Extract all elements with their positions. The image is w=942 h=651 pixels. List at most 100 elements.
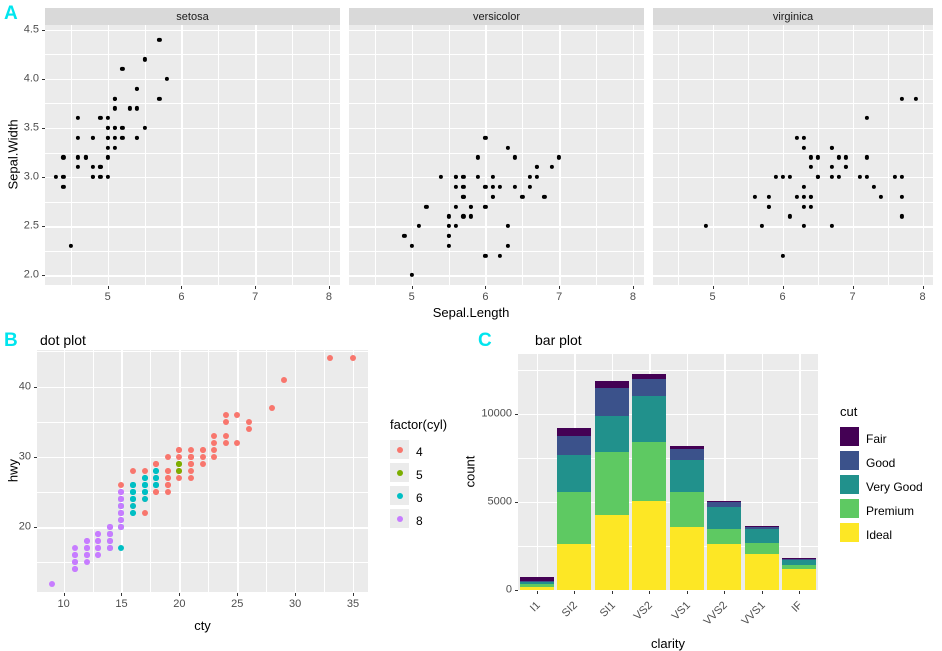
grid-line-horizontal-minor: [45, 152, 340, 154]
bar-segment: [632, 395, 667, 442]
panel-b-y-tick-mark: [33, 527, 37, 529]
bar-segment: [782, 558, 817, 559]
grid-line-horizontal: [45, 128, 340, 130]
panel-a-y-tick-label: 4.5: [23, 23, 39, 36]
panel-a-x-tick-mark: [107, 286, 109, 289]
grid-line-vertical: [352, 350, 355, 592]
bar-segment: [707, 507, 742, 529]
panel-a-x-axis-title: Sepal.Length: [432, 305, 510, 320]
panel-b-x-tick-mark: [295, 593, 297, 596]
data-point: [187, 446, 194, 453]
data-point: [118, 496, 125, 503]
grid-line-vertical-minor: [677, 25, 679, 285]
panel-a-facet-strip: setosa: [45, 8, 340, 25]
bar-segment: [782, 568, 817, 590]
panel-b-legend-key[interactable]: [390, 486, 409, 505]
data-point: [153, 489, 160, 496]
bar-segment: [519, 587, 554, 590]
panel-a-x-tick-mark: [852, 286, 854, 289]
panel-a-x-tick-mark: [632, 286, 634, 289]
bar-segment: [669, 491, 704, 527]
panel-c-y-tick-label: 5000: [487, 495, 512, 508]
panel-b-x-tick-label: 20: [173, 598, 186, 610]
grid-line-horizontal-minor: [653, 54, 933, 56]
legend-swatch-dot: [396, 469, 403, 476]
grid-line-vertical: [237, 350, 239, 592]
panel-b-x-tick-label: 30: [288, 598, 302, 610]
panel-c-legend-key[interactable]: [840, 523, 859, 542]
panel-c-legend-key[interactable]: [840, 475, 859, 494]
data-point: [211, 439, 218, 446]
bar-segment: [519, 582, 554, 584]
panel-b-x-tick-mark: [63, 593, 65, 596]
panel-b-legend-label: 4: [416, 445, 423, 459]
grid-line-horizontal: [349, 275, 644, 277]
data-point: [95, 538, 102, 545]
panel-a-facet-strip-label: setosa: [176, 10, 209, 23]
grid-line-horizontal: [349, 128, 644, 130]
data-point: [176, 475, 183, 482]
panel-c-legend-key[interactable]: [840, 499, 859, 518]
panel-c-legend-key[interactable]: [840, 451, 859, 470]
panel-a-y-tick-label: 3.0: [23, 170, 39, 183]
panel-a-x-tick-mark: [411, 286, 413, 289]
grid-line-horizontal-minor: [45, 103, 340, 105]
data-point: [141, 496, 148, 503]
panel-c-legend-key[interactable]: [840, 427, 859, 446]
panel-c-x-tick-mark: [649, 591, 651, 594]
data-point: [118, 482, 125, 489]
panel-a-x-tick-label: 7: [252, 291, 259, 303]
panel-b-legend-key[interactable]: [390, 463, 409, 482]
bar-segment: [707, 500, 742, 502]
grid-line-horizontal-minor: [349, 103, 644, 105]
bar-segment: [707, 544, 742, 590]
data-point: [83, 559, 90, 566]
panel-b-legend-label: 6: [416, 491, 423, 505]
grid-line-horizontal: [37, 386, 368, 388]
data-point: [118, 545, 125, 552]
grid-line-horizontal: [518, 590, 818, 592]
grid-line-vertical: [712, 25, 714, 285]
bar-segment: [519, 576, 554, 581]
bar-segment: [594, 380, 629, 389]
grid-line-horizontal-minor: [37, 492, 368, 493]
data-point: [211, 453, 218, 460]
panel-b-legend-key[interactable]: [390, 509, 409, 528]
grid-line-vertical-minor: [324, 350, 325, 592]
panel-b-legend-label: 5: [416, 468, 423, 482]
data-point: [222, 411, 229, 418]
panel-c-legend-label: Very Good: [866, 480, 923, 494]
panel-b-x-tick-label: 25: [231, 598, 244, 610]
data-point: [153, 482, 160, 489]
legend-swatch-dot: [396, 515, 403, 522]
panel-b-title: dot plot: [40, 332, 86, 348]
data-point: [153, 468, 160, 474]
grid-line-vertical-minor: [374, 25, 376, 285]
panel-c-label: C: [478, 330, 492, 351]
data-point: [187, 468, 194, 474]
data-point: [153, 460, 160, 467]
data-point: [187, 460, 194, 467]
data-point: [130, 482, 137, 489]
panel-c-x-tick-mark: [686, 591, 688, 594]
panel-c-x-tick-label: SI1: [597, 599, 618, 620]
data-point: [222, 439, 229, 446]
panel-c-y-tick-label: 0: [505, 583, 512, 596]
bar-segment: [519, 583, 554, 588]
grid-line-vertical: [181, 25, 183, 285]
panel-b-y-tick-label: 20: [18, 520, 31, 533]
panel-a-facet-strip-label: versicolor: [472, 10, 521, 23]
panel-c-y-tick-mark: [514, 590, 518, 591]
grid-line-horizontal: [37, 527, 368, 529]
data-point: [268, 404, 275, 411]
grid-line-vertical: [922, 25, 924, 285]
panel-b-legend-key[interactable]: [390, 440, 409, 459]
panel-c-y-tick-mark: [514, 501, 518, 503]
data-point: [83, 545, 90, 552]
bar-segment: [594, 514, 629, 590]
grid-line-horizontal-minor: [45, 250, 340, 252]
grid-line-horizontal: [518, 413, 818, 416]
data-point: [187, 475, 194, 482]
panel-a-x-tick-label: 8: [919, 291, 926, 303]
grid-line-vertical: [536, 354, 539, 590]
